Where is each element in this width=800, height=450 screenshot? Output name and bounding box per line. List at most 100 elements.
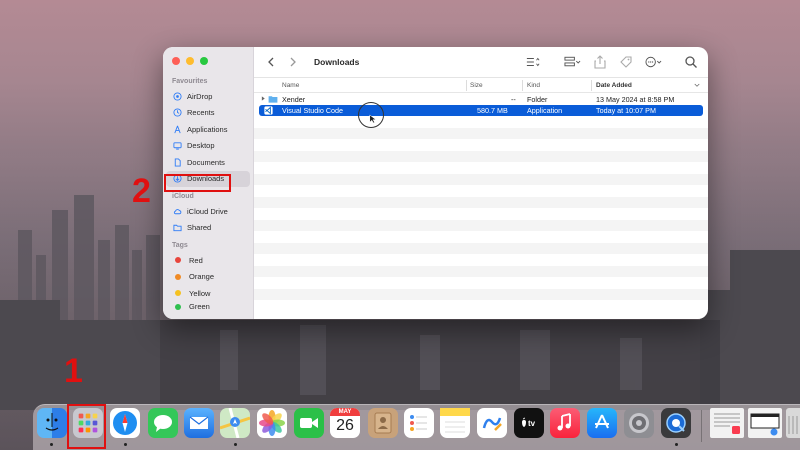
empty-row <box>254 219 708 231</box>
file-size: -- <box>511 94 516 104</box>
sidebar-tag-yellow[interactable]: Yellow <box>163 285 253 302</box>
finder-toolbar: Downloads <box>254 47 708 78</box>
file-name: Visual Studio Code <box>282 106 344 115</box>
vscode-icon <box>264 105 273 115</box>
sidebar-item-desktop[interactable]: Desktop <box>163 138 253 155</box>
recent-screenshot-icon[interactable] <box>748 408 782 438</box>
empty-row <box>254 185 708 197</box>
sidebar-item-label: Yellow <box>189 288 211 298</box>
contacts-icon[interactable] <box>368 408 398 438</box>
empty-row <box>254 265 708 277</box>
empty-row <box>254 127 708 139</box>
list-item-selected[interactable]: Visual Studio Code 580.7 MB Application … <box>259 104 703 116</box>
mouse-pointer-icon <box>369 114 377 124</box>
file-size: 580.7 MB <box>477 106 508 115</box>
column-header-size[interactable]: Size <box>470 82 483 89</box>
sidebar-item-label: Documents <box>187 157 225 167</box>
messages-icon[interactable] <box>148 408 178 438</box>
running-indicator <box>124 443 127 446</box>
sidebar-item-label: Applications <box>187 124 228 134</box>
empty-row <box>254 231 708 243</box>
calendar-month: MAY <box>330 408 360 416</box>
disclosure-triangle-icon[interactable] <box>261 96 266 101</box>
empty-row <box>254 254 708 266</box>
search-icon[interactable] <box>684 55 698 69</box>
running-indicator <box>234 443 237 446</box>
sidebar-tag-green[interactable]: Green <box>163 302 253 312</box>
empty-row <box>254 242 708 254</box>
mail-icon[interactable] <box>184 408 214 438</box>
file-date-added: Today at 10:07 PM <box>596 106 656 115</box>
recent-document-icon[interactable] <box>710 408 744 438</box>
empty-row <box>254 208 708 220</box>
running-indicator <box>50 443 53 446</box>
safari-icon[interactable] <box>110 408 140 438</box>
file-list: Xender -- Folder 13 May 2024 at 8:58 PM … <box>254 93 708 300</box>
group-icon[interactable] <box>564 55 581 69</box>
quicktime-icon[interactable] <box>661 408 691 438</box>
sidebar-section-tags: Tags <box>172 242 188 249</box>
column-header-date-added[interactable]: Date Added <box>596 82 632 89</box>
window-title: Downloads <box>314 57 360 67</box>
system-settings-icon[interactable] <box>624 408 654 438</box>
notes-icon[interactable] <box>440 408 470 438</box>
empty-row <box>254 277 708 289</box>
sidebar-tag-orange[interactable]: Orange <box>163 269 253 286</box>
file-name: Xender <box>282 94 306 104</box>
clock-icon <box>173 108 182 117</box>
share-icon[interactable] <box>593 55 607 69</box>
photos-icon[interactable] <box>257 408 287 438</box>
close-button[interactable] <box>172 57 180 65</box>
maps-icon[interactable] <box>220 408 250 438</box>
file-kind: Application <box>527 106 563 115</box>
column-header-name[interactable]: Name <box>282 82 299 89</box>
sidebar-item-recents[interactable]: Recents <box>163 105 253 122</box>
forward-button[interactable] <box>286 55 300 69</box>
tag-color-dot <box>175 257 181 264</box>
sidebar-item-airdrop[interactable]: AirDrop <box>163 88 253 105</box>
empty-row <box>254 288 708 300</box>
desktop-icon <box>173 142 182 150</box>
sidebar-section-icloud: iCloud <box>172 193 194 200</box>
sidebar-item-applications[interactable]: Applications <box>163 121 253 138</box>
sidebar-item-documents[interactable]: Documents <box>163 154 253 171</box>
appstore-icon[interactable] <box>587 408 617 438</box>
list-view-icon[interactable] <box>526 55 540 69</box>
folder-icon <box>268 95 278 103</box>
annotation-step-1: 1 <box>64 352 83 390</box>
empty-row <box>254 116 708 128</box>
sort-chevron-icon <box>694 83 700 87</box>
document-icon <box>174 158 181 167</box>
more-actions-icon[interactable] <box>645 55 662 69</box>
annotation-step-2: 2 <box>132 172 151 210</box>
sidebar-tag-red[interactable]: Red <box>163 252 253 269</box>
music-icon[interactable] <box>550 408 580 438</box>
empty-row <box>254 196 708 208</box>
file-kind: Folder <box>527 94 548 104</box>
zoom-button[interactable] <box>200 57 208 65</box>
list-item[interactable]: Xender -- Folder 13 May 2024 at 8:58 PM <box>254 93 708 105</box>
sidebar-item-shared[interactable]: Shared <box>163 220 253 237</box>
cloud-icon <box>173 208 182 214</box>
back-button[interactable] <box>264 55 278 69</box>
appletv-icon[interactable]: tv <box>514 408 544 438</box>
reminders-icon[interactable] <box>404 408 434 438</box>
sidebar-item-label: iCloud Drive <box>187 206 228 216</box>
sidebar-item-label: Shared <box>187 223 212 233</box>
empty-row <box>254 139 708 151</box>
sidebar-item-icloud-drive[interactable]: iCloud Drive <box>163 203 253 220</box>
facetime-icon[interactable] <box>294 408 324 438</box>
tag-icon[interactable] <box>619 55 633 69</box>
file-date-added: 13 May 2024 at 8:58 PM <box>596 94 675 104</box>
calendar-icon[interactable]: MAY 26 <box>330 408 360 438</box>
sidebar-item-label: Green <box>189 302 210 311</box>
minimize-button[interactable] <box>186 57 194 65</box>
column-header-kind[interactable]: Kind <box>527 82 540 89</box>
freeform-icon[interactable] <box>477 408 507 438</box>
trash-icon[interactable] <box>786 408 800 438</box>
finder-icon[interactable] <box>37 408 67 438</box>
chevron-right-icon <box>290 57 296 67</box>
sidebar-item-label: AirDrop <box>187 91 213 101</box>
tag-color-dot <box>175 303 181 310</box>
tag-color-dot <box>175 290 181 297</box>
